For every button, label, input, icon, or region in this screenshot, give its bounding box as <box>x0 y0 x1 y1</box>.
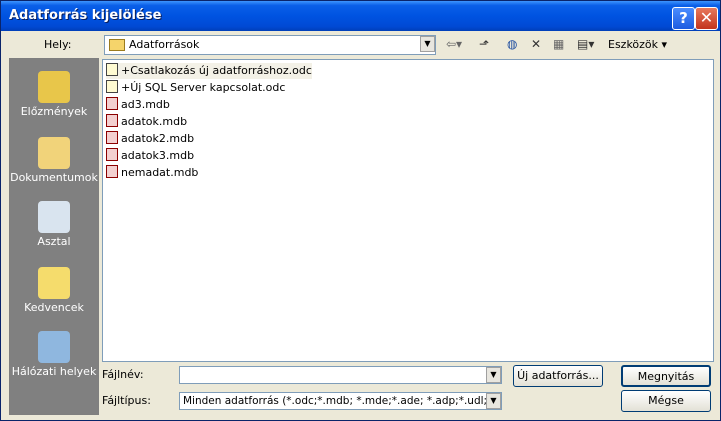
location-value: Adatforrások <box>129 38 200 51</box>
new-source-button[interactable]: Új adatforrás... <box>513 365 603 387</box>
back-icon[interactable]: ⇦▾ <box>446 37 462 51</box>
place-desktop[interactable]: Asztal <box>10 201 98 248</box>
favorites-icon <box>38 267 70 299</box>
network-icon <box>38 331 70 363</box>
filetype-select[interactable]: Minden adatforrás (*.odc;*.mdb; *.mde;*.… <box>179 392 502 410</box>
access-db-icon <box>106 114 118 127</box>
views-icon[interactable]: ▤▾ <box>577 37 594 51</box>
documents-icon <box>38 137 70 169</box>
places-bar: Előzmények Dokumentumok Asztal Kedvencek… <box>9 58 99 415</box>
list-item[interactable]: +Csatlakozás új adatforráshoz.odc <box>106 63 312 79</box>
chevron-down-icon[interactable]: ▼ <box>486 393 501 409</box>
access-db-icon <box>106 97 118 110</box>
list-item[interactable]: adatok3.mdb <box>106 148 194 164</box>
close-button[interactable]: ✕ <box>695 7 718 30</box>
filename-label: Fájlnév: <box>102 368 144 381</box>
place-history[interactable]: Előzmények <box>10 71 98 118</box>
chevron-down-icon[interactable]: ▼ <box>420 36 435 52</box>
help-button[interactable]: ? <box>672 7 695 30</box>
access-db-icon <box>106 131 118 144</box>
file-list[interactable]: +Csatlakozás új adatforráshoz.odc +Új SQ… <box>102 59 714 362</box>
list-item[interactable]: +Új SQL Server kapcsolat.odc <box>106 80 285 96</box>
tools-menu[interactable]: Eszközök ▾ <box>608 38 667 51</box>
search-web-icon[interactable]: ◍ <box>507 37 517 51</box>
list-item[interactable]: ad3.mdb <box>106 97 170 113</box>
open-button[interactable]: Megnyitás <box>621 365 711 387</box>
history-icon <box>38 71 70 103</box>
up-folder-icon[interactable]: ⬏ <box>479 37 489 51</box>
window-title: Adatforrás kijelölése <box>9 8 162 23</box>
list-item[interactable]: adatok.mdb <box>106 114 187 130</box>
location-combo[interactable]: Adatforrások ▼ <box>104 35 436 55</box>
cancel-button[interactable]: Mégse <box>621 390 711 412</box>
desktop-icon <box>38 201 70 233</box>
access-db-icon <box>106 148 118 161</box>
filetype-label: Fájltípus: <box>102 394 151 407</box>
filename-input[interactable]: ▼ <box>179 366 502 384</box>
odc-file-icon <box>106 80 118 93</box>
list-item[interactable]: adatok2.mdb <box>106 131 194 147</box>
location-label: Hely: <box>44 38 72 51</box>
access-db-icon <box>106 165 118 178</box>
place-favorites[interactable]: Kedvencek <box>10 267 98 314</box>
place-network[interactable]: Hálózati helyek <box>10 331 98 378</box>
title-bar[interactable]: Adatforrás kijelölése ? ✕ <box>1 1 720 31</box>
dialog-window: Adatforrás kijelölése ? ✕ Hely: Adatforr… <box>0 0 721 421</box>
odc-file-icon <box>106 63 118 76</box>
place-documents[interactable]: Dokumentumok <box>10 137 98 184</box>
new-folder-icon[interactable]: ▦ <box>553 37 564 51</box>
delete-icon[interactable]: ✕ <box>531 37 541 51</box>
chevron-down-icon[interactable]: ▼ <box>486 367 501 383</box>
folder-icon <box>109 39 125 51</box>
list-item[interactable]: nemadat.mdb <box>106 165 198 181</box>
